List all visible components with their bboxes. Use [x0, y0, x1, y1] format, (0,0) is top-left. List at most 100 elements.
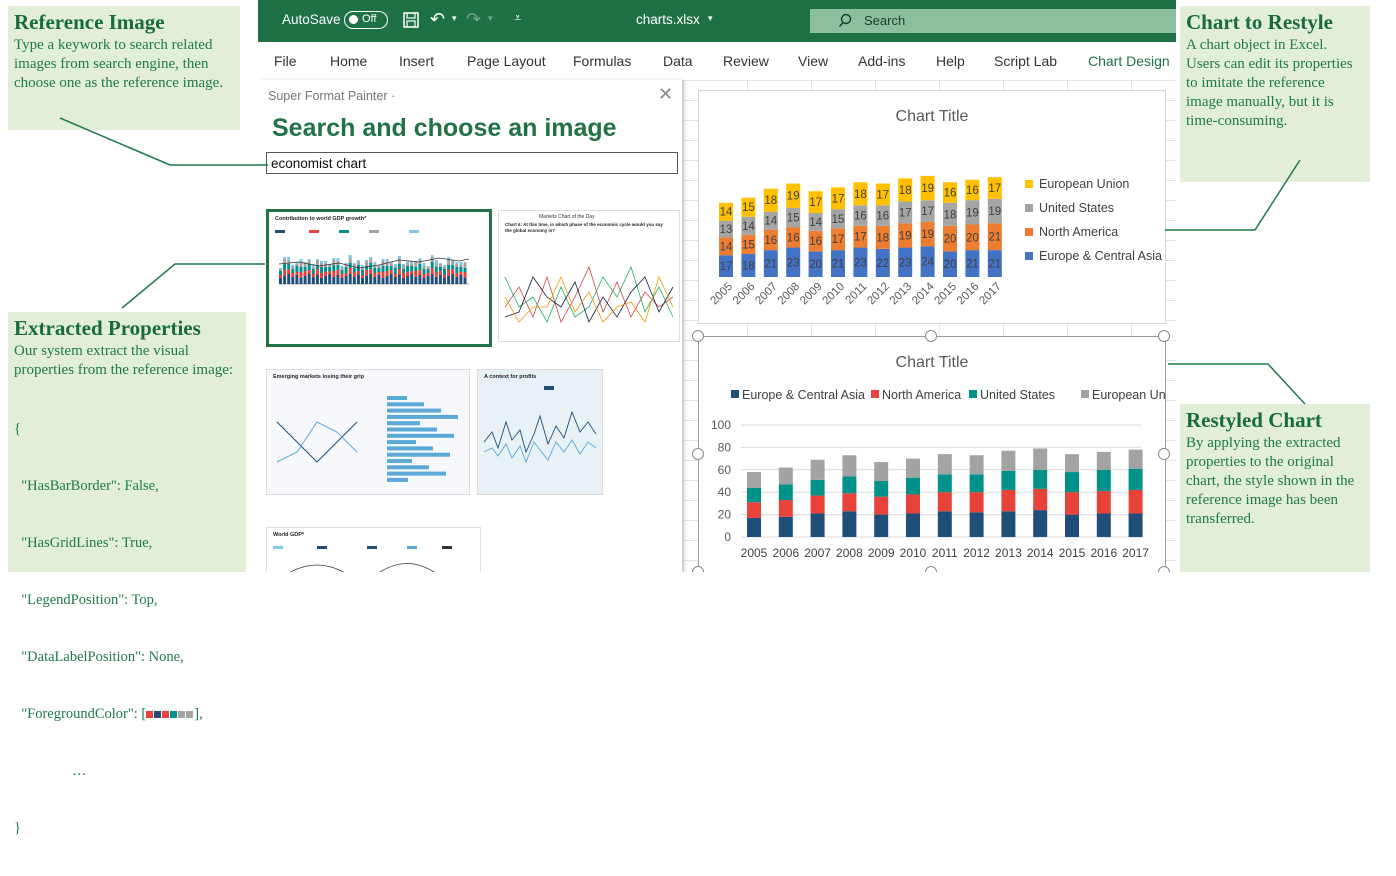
thumb-bar: [418, 264, 422, 270]
tab-insert[interactable]: Insert: [399, 53, 434, 69]
bar-segment: [874, 514, 889, 537]
thumb-bar: [402, 278, 405, 284]
image-result-4[interactable]: A context for profits: [477, 369, 603, 495]
data-label: 17: [809, 197, 822, 209]
bar-segment: [969, 492, 984, 513]
image-search-input[interactable]: [266, 152, 678, 174]
x-tick-label: 2007: [753, 281, 780, 308]
bar-segment: [1033, 488, 1048, 511]
restyled-chart[interactable]: Chart Title Europe & Central Asia North Am…: [698, 336, 1176, 572]
tab-review[interactable]: Review: [723, 53, 769, 69]
resize-handle[interactable]: [1158, 448, 1170, 460]
tab-script-lab[interactable]: Script Lab: [994, 53, 1057, 69]
legend-label: United States: [980, 388, 1055, 402]
data-label: 17: [720, 261, 733, 273]
thumb-bar: [328, 265, 332, 267]
thumb-bar: [348, 274, 352, 284]
undo-icon[interactable]: ↶: [430, 9, 445, 30]
thumb-bar: [299, 272, 303, 278]
thumb-bar: [320, 273, 323, 278]
thumb-bar: [426, 276, 430, 284]
thumb-title: Emerging markets losing their grip: [273, 374, 365, 380]
bar-segment: [1096, 469, 1111, 492]
thumb-bar: [295, 275, 299, 284]
thumb-bar: [430, 262, 434, 268]
thumb-bar: [393, 266, 397, 268]
thumb-bar: [387, 452, 450, 457]
thumb-bar: [387, 421, 420, 426]
thumb-bar: [402, 264, 405, 265]
thumb-bar: [287, 269, 291, 274]
tab-page-layout[interactable]: Page Layout: [467, 53, 546, 69]
close-icon[interactable]: ✕: [658, 84, 673, 105]
tab-data[interactable]: Data: [663, 53, 693, 69]
thumb-bar: [402, 265, 405, 269]
thumb-title: Contribution to world GDP growth*: [275, 216, 367, 222]
original-chart[interactable]: Chart Title 17 14 13 14 2005 18 15 14 15 2006 21 16 1…: [698, 90, 1166, 324]
thumb-bar: [340, 270, 344, 274]
thumb-bar: [365, 261, 369, 266]
customize-toolbar-icon[interactable]: ⩡: [514, 10, 521, 26]
bar-segment: [906, 458, 920, 478]
resize-handle[interactable]: [925, 330, 937, 342]
thumb-bar: [426, 266, 430, 267]
data-label: 18: [876, 232, 889, 244]
data-label: 17: [832, 193, 845, 205]
chart-to-restyle-body: A chart object in Excel. Users can edit …: [1186, 37, 1353, 129]
bar-segment: [1096, 491, 1111, 514]
tab-chart-design[interactable]: Chart Design: [1088, 53, 1170, 69]
tab-add-ins[interactable]: Add-ins: [858, 53, 905, 69]
image-result-3[interactable]: Emerging markets losing their grip: [266, 369, 470, 495]
thumb-bar: [393, 277, 397, 284]
image-result-1[interactable]: Contribution to world GDP growth*: [266, 209, 492, 347]
thumb-bar: [422, 274, 426, 278]
data-label: 20: [809, 259, 822, 271]
search-box[interactable]: Search: [810, 9, 1176, 33]
thumb-bar: [389, 263, 393, 266]
resize-handle[interactable]: [1158, 566, 1170, 572]
tab-file[interactable]: File: [274, 53, 297, 69]
thumb-bar: [340, 266, 344, 267]
thumb-bar: [455, 262, 459, 264]
thumb-bar: [332, 277, 336, 284]
x-tick-label: 2008: [776, 281, 803, 308]
data-label: 14: [742, 221, 755, 233]
thumb-bar: [387, 471, 446, 476]
tab-view[interactable]: View: [798, 53, 828, 69]
tab-formulas[interactable]: Formulas: [573, 53, 631, 69]
resize-handle[interactable]: [692, 566, 704, 572]
thumb-bar: [315, 260, 319, 265]
data-label: 15: [742, 202, 755, 214]
x-tick-label: 2008: [836, 546, 863, 560]
thumb-bar: [387, 477, 408, 482]
tab-help[interactable]: Help: [936, 53, 965, 69]
file-name[interactable]: charts.xlsx: [636, 12, 700, 27]
thumb-bar: [434, 260, 438, 263]
resize-handle[interactable]: [925, 566, 937, 572]
thumb-bar: [387, 408, 441, 413]
bar-segment: [1128, 468, 1143, 490]
thumb-bar: [451, 269, 455, 274]
resize-handle[interactable]: [1158, 330, 1170, 342]
thumb-chart: [504, 265, 674, 324]
thumb-bar: [311, 274, 315, 277]
bar-segment: [1128, 449, 1143, 469]
undo-dropdown-icon[interactable]: ▾: [452, 13, 457, 24]
save-icon[interactable]: [402, 11, 420, 34]
thumb-bar: [299, 278, 303, 284]
filename-dropdown-icon[interactable]: ▾: [708, 13, 713, 24]
thumb-bar: [361, 268, 364, 270]
autosave-toggle[interactable]: Off: [344, 11, 388, 29]
thumb-bar: [418, 270, 422, 275]
data-label: 18: [854, 189, 867, 201]
resize-handle[interactable]: [692, 448, 704, 460]
thumb-title: Chart 6: At this time, in which phase of…: [505, 222, 663, 233]
image-result-2[interactable]: Markets Chart of the Day Chart 6: At thi…: [498, 210, 680, 342]
resize-handle[interactable]: [692, 330, 704, 342]
tab-home[interactable]: Home: [330, 53, 367, 69]
thumb-bar: [430, 255, 434, 257]
code-line: "DataLabelPosition": None,: [14, 649, 184, 665]
image-result-5[interactable]: World GDP*: [266, 527, 481, 572]
bar-segment: [937, 474, 952, 493]
thumb-bar: [336, 258, 340, 261]
